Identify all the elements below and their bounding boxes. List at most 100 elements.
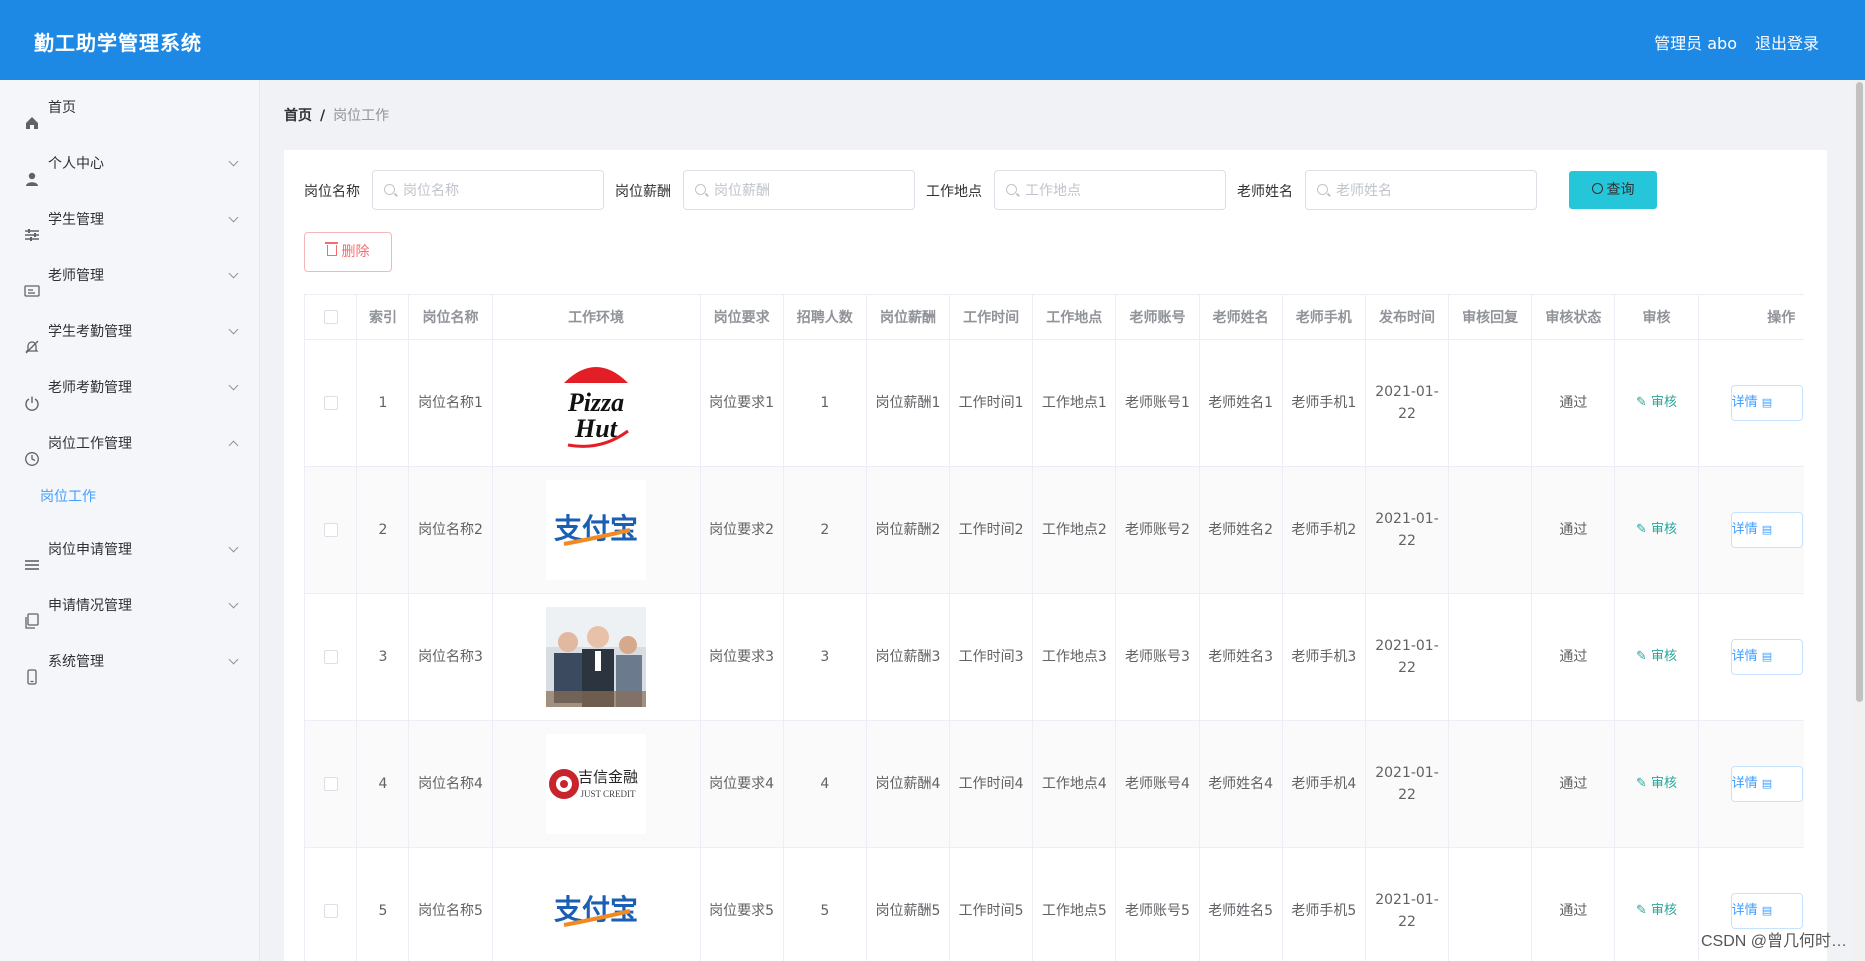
chevron-down-icon	[228, 268, 239, 279]
detail-button[interactable]: 详情 ▤	[1730, 511, 1803, 548]
breadcrumb-separator: /	[320, 108, 326, 124]
location-input[interactable]	[1025, 171, 1215, 209]
review-cell: ✎ 审核	[1614, 847, 1699, 961]
cell-name: 岗位名称3	[408, 593, 493, 721]
detail-button[interactable]: 详情 ▤	[1730, 638, 1803, 675]
row-select-cell[interactable]	[305, 593, 358, 721]
select-all-header[interactable]	[305, 295, 358, 340]
delete-button[interactable]: 删除	[304, 232, 392, 272]
search-input-job-name[interactable]	[372, 170, 604, 210]
sidebar-item-student-attendance[interactable]: 学生考勤管理	[0, 304, 259, 360]
scrollbar-thumb[interactable]	[1856, 82, 1863, 702]
cell-count: 5	[783, 847, 867, 961]
sidebar-item-application-status[interactable]: 申请情况管理	[0, 578, 259, 634]
cell-reply	[1448, 720, 1533, 848]
salary-input[interactable]	[714, 171, 904, 209]
breadcrumb: 首页 / 岗位工作	[284, 105, 389, 125]
column-header: 工作地点	[1032, 295, 1117, 340]
cell-account: 老师账号5	[1115, 847, 1200, 961]
sidebar-item-application-mgmt[interactable]: 岗位申请管理	[0, 522, 259, 578]
work-env-cell: 支付宝	[492, 466, 701, 594]
id-card-icon	[24, 267, 40, 297]
chevron-down-icon	[228, 324, 239, 335]
cell-date: 2021-01-22	[1365, 720, 1450, 848]
row-select-cell[interactable]	[305, 339, 358, 467]
detail-button[interactable]: 详情 ▤	[1730, 892, 1803, 929]
row-select-cell[interactable]	[305, 466, 358, 594]
review-link-label: 审核	[1651, 395, 1678, 410]
cell-teacher: 老师姓名1	[1199, 339, 1283, 467]
watermark: CSDN @曾几何时…	[1700, 933, 1847, 950]
breadcrumb-current: 岗位工作	[333, 108, 390, 124]
operations-cell: 详情 ▤修改	[1698, 339, 1804, 467]
teacher-name-input[interactable]	[1336, 171, 1526, 209]
search-input-teacher-name[interactable]	[1305, 170, 1537, 210]
cell-date: 2021-01-22	[1365, 466, 1450, 594]
row-checkbox[interactable]	[323, 522, 338, 537]
cell-salary: 岗位薪酬5	[866, 847, 951, 961]
sidebar-item-label: 学生考勤管理	[48, 324, 132, 340]
cell-status: 通过	[1531, 720, 1616, 848]
sidebar-item-label: 学生管理	[48, 212, 104, 228]
sidebar-item-job-mgmt[interactable]: 岗位工作管理	[0, 416, 259, 472]
search-input-salary[interactable]	[683, 170, 915, 210]
row-checkbox[interactable]	[323, 903, 338, 918]
sidebar-item-teacher-attendance[interactable]: 老师考勤管理	[0, 360, 259, 416]
document-icon: ▤	[1761, 776, 1773, 790]
select-all-checkbox[interactable]	[323, 309, 338, 324]
cell-salary: 岗位薪酬1	[866, 339, 951, 467]
sidebar-subitem-job[interactable]: 岗位工作	[0, 472, 259, 522]
row-checkbox[interactable]	[323, 776, 338, 791]
chevron-down-icon	[228, 598, 239, 609]
review-link[interactable]: ✎ 审核	[1636, 776, 1677, 791]
cell-index: 1	[356, 339, 410, 467]
svg-text:Hut: Hut	[574, 414, 618, 443]
svg-text:支付宝: 支付宝	[554, 893, 638, 926]
app-title: 勤工助学管理系统	[34, 31, 202, 55]
sidebar-item-teacher-mgmt[interactable]: 老师管理	[0, 248, 259, 304]
review-link[interactable]: ✎ 审核	[1636, 395, 1677, 410]
cell-phone: 老师手机2	[1282, 466, 1366, 594]
sidebar-item-label: 岗位申请管理	[48, 542, 132, 558]
cell-place: 工作地点2	[1032, 466, 1117, 594]
row-checkbox[interactable]	[323, 395, 338, 410]
sidebar-item-label: 申请情况管理	[48, 598, 132, 614]
detail-button-label: 详情	[1731, 902, 1758, 918]
alipay-logo: 支付宝	[546, 860, 647, 961]
column-header: 操作	[1698, 295, 1804, 340]
operations-cell: 详情 ▤修改	[1698, 720, 1804, 848]
search-input-location[interactable]	[994, 170, 1226, 210]
cell-time: 工作时间2	[949, 466, 1034, 594]
job-name-input[interactable]	[403, 171, 593, 209]
sidebar-item-label: 老师管理	[48, 268, 104, 284]
logout-link[interactable]: 退出登录	[1755, 30, 1819, 54]
phone-icon	[24, 653, 40, 685]
row-select-cell[interactable]	[305, 847, 358, 961]
sidebar-item-label: 首页	[48, 100, 76, 116]
cell-phone: 老师手机4	[1282, 720, 1366, 848]
review-link[interactable]: ✎ 审核	[1636, 649, 1677, 664]
operations-cell: 详情 ▤修改	[1698, 593, 1804, 721]
row-select-cell[interactable]	[305, 720, 358, 848]
cell-count: 2	[783, 466, 867, 594]
sidebar-item-personal-center[interactable]: 个人中心	[0, 136, 259, 192]
page-scrollbar[interactable]	[1854, 80, 1865, 961]
svg-text:支付宝: 支付宝	[554, 512, 638, 545]
cell-index: 3	[356, 593, 410, 721]
detail-button[interactable]: 详情 ▤	[1730, 384, 1803, 421]
breadcrumb-home[interactable]: 首页	[284, 108, 312, 124]
sidebar-item-home[interactable]: 首页	[0, 80, 259, 136]
sidebar-item-student-mgmt[interactable]: 学生管理	[0, 192, 259, 248]
cell-time: 工作时间3	[949, 593, 1034, 721]
review-link[interactable]: ✎ 审核	[1636, 522, 1677, 537]
sidebar-item-system-mgmt[interactable]: 系统管理	[0, 634, 259, 690]
cell-status: 通过	[1531, 847, 1616, 961]
sidebar-item-label: 个人中心	[48, 156, 104, 172]
query-button[interactable]: 查询	[1569, 171, 1657, 209]
review-link[interactable]: ✎ 审核	[1636, 903, 1677, 918]
cell-name: 岗位名称4	[408, 720, 493, 848]
row-checkbox[interactable]	[323, 649, 338, 664]
cell-place: 工作地点3	[1032, 593, 1117, 721]
detail-button-label: 详情	[1731, 521, 1758, 537]
detail-button[interactable]: 详情 ▤	[1730, 765, 1803, 802]
